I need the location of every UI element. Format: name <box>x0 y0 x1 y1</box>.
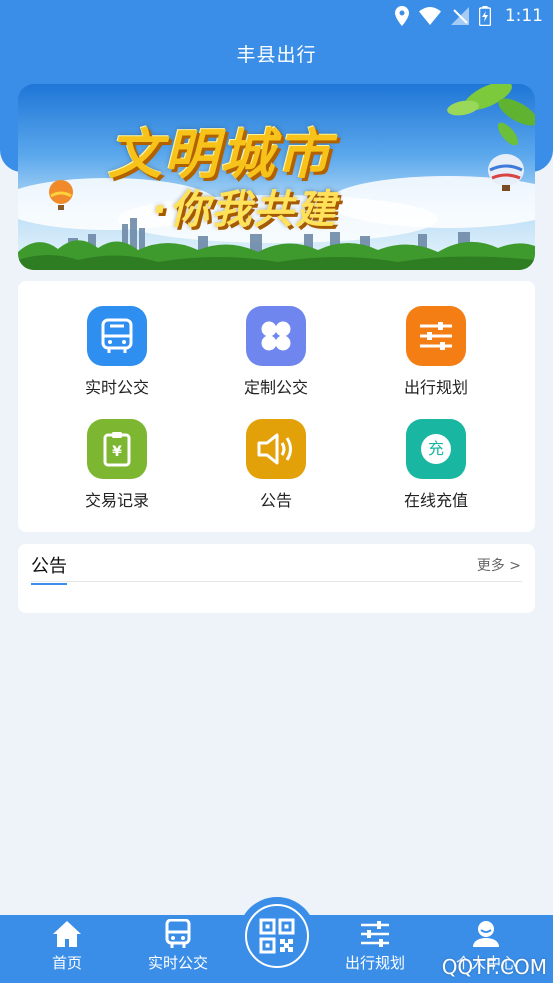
no-sim-icon <box>450 7 469 25</box>
status-icons: 1:11 <box>394 4 543 28</box>
nav-label: 首页 <box>51 954 82 972</box>
notice-divider <box>31 581 522 582</box>
grid-item-label: 在线充值 <box>403 491 468 510</box>
page-title: 丰县出行 <box>236 44 317 66</box>
bus-icon <box>165 919 191 948</box>
grid-item-announcement[interactable]: 公告 <box>196 419 356 519</box>
grid-item-label: 交易记录 <box>84 491 149 510</box>
speaker-icon <box>246 419 306 479</box>
home-icon <box>53 921 81 947</box>
clover-icon <box>246 306 306 366</box>
battery-icon <box>478 6 491 26</box>
qr-code-icon <box>259 918 295 954</box>
watermark-text: QQTF.COM <box>441 955 547 979</box>
nav-label: 出行规划 <box>344 954 405 972</box>
grid-item-label: 出行规划 <box>403 378 468 397</box>
grid-item-label: 定制公交 <box>243 378 308 397</box>
status-time: 1:11 <box>504 6 543 26</box>
function-grid: 实时公交 定制公交 出行规划 ¥ 交易记录 公告 充 在线充值 <box>18 281 535 532</box>
wifi-icon <box>418 7 441 25</box>
banner-image[interactable]: 文明城市 ·你我共建 <box>18 84 535 270</box>
grid-item-custom-bus[interactable]: 定制公交 <box>196 306 356 406</box>
bus-icon <box>87 306 147 366</box>
sliders-icon <box>361 921 389 947</box>
nav-label: 实时公交 <box>147 954 208 972</box>
nav-item-home[interactable]: 首页 <box>17 919 117 973</box>
sliders-icon <box>406 306 466 366</box>
grid-item-transaction-records[interactable]: ¥ 交易记录 <box>37 419 197 519</box>
notice-card: 公告 更多 > <box>18 544 535 613</box>
receipt-icon: ¥ <box>87 419 147 479</box>
notice-more-link[interactable]: 更多 > <box>477 555 521 575</box>
grid-item-label: 公告 <box>259 491 292 510</box>
scan-qr-ring <box>245 904 309 968</box>
nav-item-realtime-bus[interactable]: 实时公交 <box>128 919 228 973</box>
svg-text:¥: ¥ <box>112 444 122 460</box>
status-bar: 1:11 <box>0 0 553 32</box>
banner-subheadline: ·你我共建 <box>152 187 338 233</box>
recharge-badge: 充 <box>421 434 451 464</box>
person-icon <box>473 921 499 947</box>
grid-item-realtime-bus[interactable]: 实时公交 <box>37 306 197 406</box>
grid-item-online-recharge[interactable]: 充 在线充值 <box>356 419 516 519</box>
scan-qr-button[interactable] <box>238 897 316 975</box>
nav-item-trip-planning[interactable]: 出行规划 <box>325 919 425 973</box>
recharge-icon: 充 <box>406 419 466 479</box>
location-icon <box>394 6 409 26</box>
grid-item-label: 实时公交 <box>84 378 149 397</box>
grid-item-trip-planning[interactable]: 出行规划 <box>356 306 516 406</box>
